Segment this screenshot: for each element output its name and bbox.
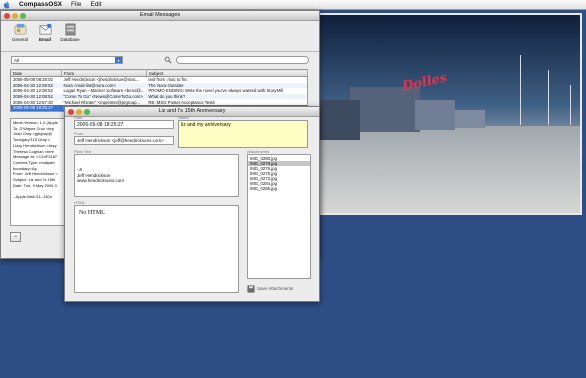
zoom-button[interactable]	[20, 12, 26, 19]
column-header-from[interactable]: From	[61, 69, 147, 77]
row-from: Jeff Hendrickson <jhendrickson@mac...	[63, 77, 140, 83]
save-attachments-button[interactable]: Save Attachments	[247, 284, 293, 293]
plain-text-view[interactable]: -Jr Jeff Hendrickson www.hendricksons.co…	[74, 154, 239, 197]
row-from: "Come To Go" <News@ComeToGo.com>	[61, 93, 147, 100]
row-from: "Michael Rhinter" <mprenter@prgroup...	[63, 99, 141, 105]
html-view[interactable]: No HTML	[74, 205, 239, 293]
toolbar-database-button[interactable]: Database	[57, 23, 83, 42]
general-icon	[14, 23, 26, 35]
from-field[interactable]: Jeff Hendrickson <jeff@hendricksons.com>	[74, 136, 174, 145]
minimize-button[interactable]	[12, 12, 18, 19]
detail-close-button[interactable]	[68, 108, 74, 115]
window-title: Email Messages	[139, 12, 181, 18]
raw-line: Lizzy Hendrickson <lizzy	[13, 142, 57, 148]
app-menu[interactable]: CompassOSX	[19, 0, 62, 10]
detail-title: Liz and I's 15th Anniversary	[158, 108, 226, 114]
filter-value: All	[14, 58, 20, 63]
toolbar-general-button[interactable]: General	[7, 23, 33, 42]
save-attachments-label: Save Attachments	[257, 286, 294, 291]
window-titlebar[interactable]: Email Messages	[1, 11, 319, 21]
menu-bar: CompassOSX File Edit	[0, 0, 586, 10]
filter-popup[interactable]: All ▾	[11, 56, 123, 64]
notes-field[interactable]: liz and my anniversary	[178, 120, 308, 148]
remove-button[interactable]: −	[10, 232, 21, 242]
column-header-subject[interactable]: Subject	[146, 69, 309, 77]
row-from: Logan Ryan - Mariner Software <bend@...	[63, 88, 145, 94]
search-field[interactable]	[176, 56, 309, 64]
apple-menu-icon[interactable]	[3, 0, 10, 9]
raw-line: Date: Tue, 9 May 2006 0	[13, 182, 57, 188]
detail-titlebar[interactable]: Liz and I's 15th Anniversary	[65, 107, 319, 117]
popup-arrows-icon: ▾	[115, 57, 122, 63]
date-field[interactable]: 2006-05-08 18:25:27	[74, 120, 174, 129]
detail-zoom-button[interactable]	[84, 108, 90, 115]
detail-minimize-button[interactable]	[76, 108, 82, 115]
plain-line: www.hendricksons.com	[77, 178, 125, 183]
file-menu[interactable]: File	[71, 0, 81, 10]
column-header-date[interactable]: Date	[10, 69, 62, 77]
toolbar-database-label: Database	[60, 37, 80, 42]
toolbar-email-label: Email	[38, 37, 51, 42]
desktop-picture: Dolles	[318, 13, 582, 215]
message-detail-window: Liz and I's 15th Anniversary Date 2006-0…	[64, 106, 320, 302]
html-content: No HTML	[79, 210, 105, 216]
toolbar-email-button[interactable]: Email	[32, 23, 58, 42]
edit-menu[interactable]: Edit	[90, 0, 101, 10]
raw-line: Mime-Version: 1.0 (Apple	[13, 120, 58, 125]
attachment-item[interactable]: IMG_0285.jpg	[248, 186, 310, 191]
disk-icon	[247, 285, 255, 292]
search-icon	[164, 56, 172, 64]
attachments-list[interactable]: IMG_0280.jpg IMG_0278.jpg IMG_0276.jpg I…	[247, 154, 311, 279]
database-icon	[65, 23, 75, 36]
email-icon	[39, 23, 51, 35]
row-date: 2006-05-08 18:25:27	[10, 104, 62, 112]
close-button[interactable]	[4, 12, 10, 19]
toolbar-general-label: General	[11, 37, 28, 42]
raw-line: --Apple-Mail-31--1304	[13, 194, 52, 200]
raw-headers-view[interactable]: Mime-Version: 1.0 (Apple To: D'Wayne Cru…	[10, 118, 66, 226]
